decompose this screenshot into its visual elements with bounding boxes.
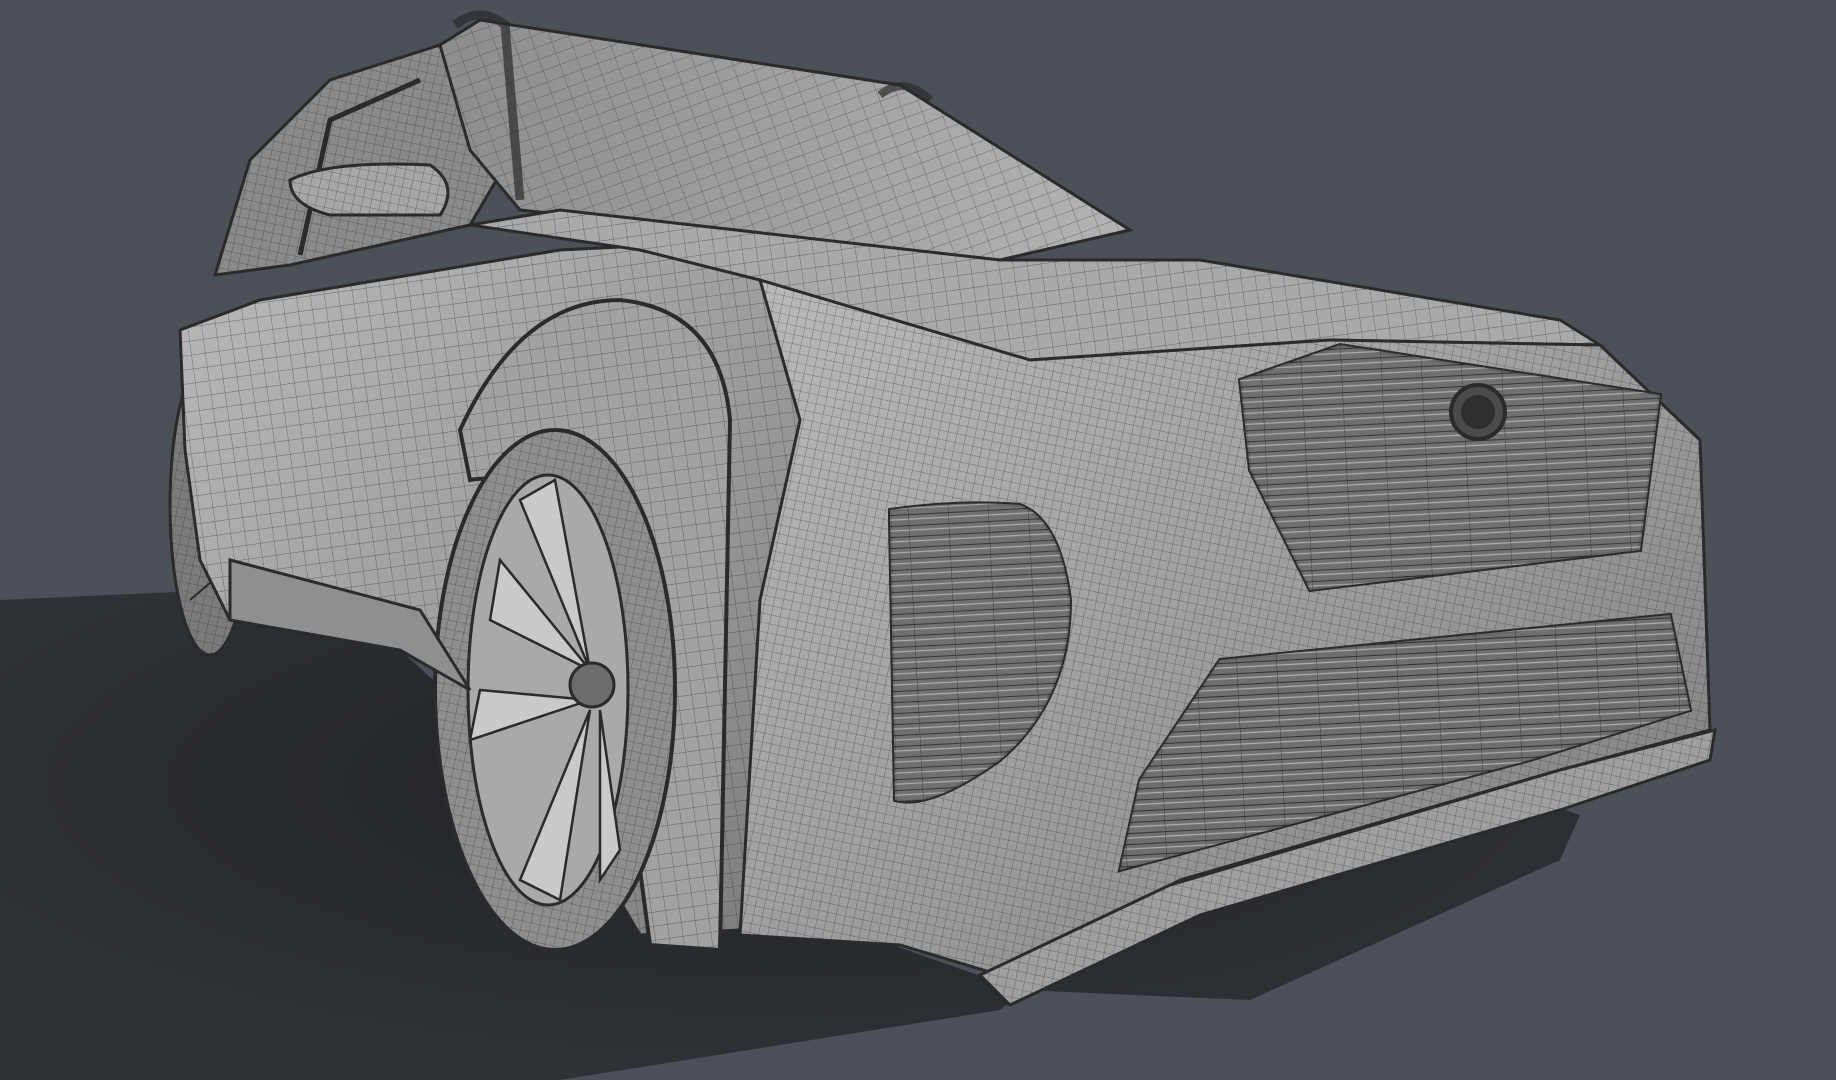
front-badge xyxy=(1449,383,1507,441)
front-wheel xyxy=(433,428,677,952)
render-viewport[interactable] xyxy=(0,0,1836,1080)
car-wireframe-render xyxy=(0,10,1717,1080)
